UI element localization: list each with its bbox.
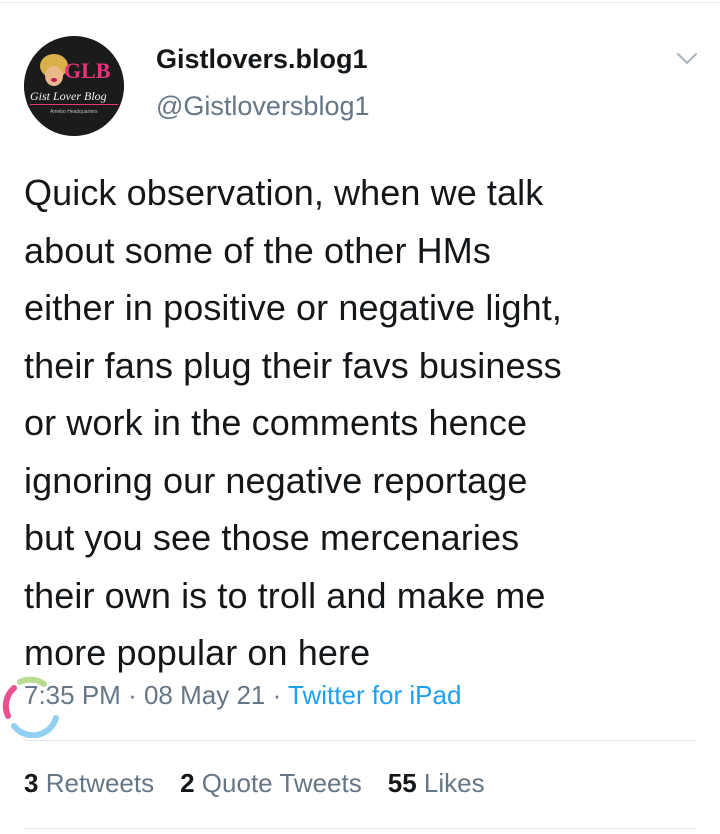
likes-count: 55: [387, 768, 417, 798]
likes-label: Likes: [423, 768, 485, 798]
tweet-text-line: Quick observation, when we talk: [24, 172, 544, 213]
tweet-text-line: their fans plug their favs business: [24, 344, 562, 386]
quote-tweets-stat[interactable]: 2 Quote Tweets: [180, 768, 362, 799]
tweet-text-line: but you see those mercenaries: [24, 517, 520, 558]
retweets-stat[interactable]: 3 Retweets: [24, 768, 154, 799]
tweet-text-line: ignoring our negative reportage: [24, 459, 528, 501]
likes-stat[interactable]: 55 Likes: [388, 768, 485, 799]
tweet-stats: 3 Retweets 2 Quote Tweets 55 Likes: [24, 768, 485, 799]
more-options-button[interactable]: [672, 44, 702, 74]
retweets-count: 3: [24, 768, 39, 798]
svg-text:GLB: GLB: [64, 58, 111, 83]
tweet-text-line: their own is to troll and make me: [24, 574, 546, 616]
divider: [24, 740, 696, 741]
tweet-text-line: about some of the other HMs: [24, 229, 491, 271]
avatar[interactable]: GLB Gist Lover Blog Amebo Headquarters: [24, 36, 124, 136]
glb-logo-image: GLB Gist Lover Blog Amebo Headquarters: [24, 36, 124, 136]
quote-tweets-count: 2: [180, 768, 195, 798]
tweet-meta: 7:35 PM · 08 May 21 · Twitter for iPad: [24, 680, 461, 711]
tweet-text-line: more popular on here: [24, 632, 371, 673]
tweet-text-line: or work in the comments hence: [24, 402, 528, 443]
author-handle[interactable]: @Gistloversblog1: [156, 91, 370, 122]
author-display-name[interactable]: Gistlovers.blog1: [156, 44, 368, 75]
svg-text:Gist Lover Blog: Gist Lover Blog: [30, 89, 107, 103]
tweet-text-line: either in positive or negative light,: [24, 287, 563, 328]
loading-spinner-icon: [0, 668, 60, 739]
svg-text:Amebo Headquarters: Amebo Headquarters: [50, 109, 98, 115]
tweet-date[interactable]: 08 May 21: [144, 680, 265, 710]
divider: [24, 828, 696, 829]
top-divider: [0, 2, 720, 3]
chevron-down-icon: [676, 52, 698, 65]
tweet-text: Quick observation, when we talk about so…: [24, 164, 704, 682]
tweet-source-link[interactable]: Twitter for iPad: [288, 680, 461, 710]
retweets-label: Retweets: [45, 768, 155, 798]
meta-separator: ·: [272, 680, 282, 710]
quote-tweets-label: Quote Tweets: [201, 768, 362, 798]
meta-separator: ·: [128, 680, 137, 710]
